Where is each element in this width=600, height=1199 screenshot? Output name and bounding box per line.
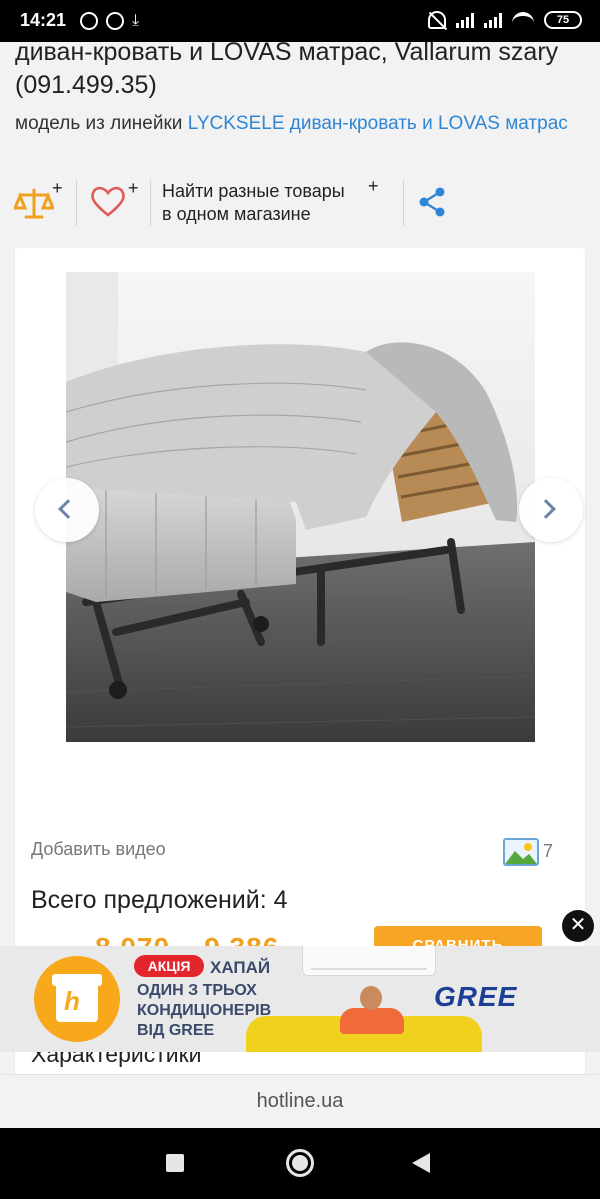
ad-promo-badge: АКЦІЯ [134,955,204,977]
heart-icon [91,186,125,217]
ad-banner[interactable]: h АКЦІЯ ХАПАЙ ОДИН З ТРЬОХ КОНДИЦІОНЕРІВ… [0,946,600,1052]
find-shop-line1: Найти разные товары [162,181,345,201]
model-series-link[interactable]: LYCKSELE диван-кровать и LOVAS матрас [188,113,568,134]
chat-icon [80,12,98,30]
h-letter-icon: h [64,986,80,1016]
add-video-link[interactable]: Добавить видео [31,839,166,860]
photo-count: 7 [543,841,554,861]
hotline-gift-logo: h [34,956,120,1042]
recents-icon[interactable] [166,1154,184,1172]
offers-count: Всего предложений: 4 [31,886,288,914]
notification-icons: ⤓ [80,12,139,30]
signal-icon-2 [484,12,502,28]
sofa-bed-image [66,272,535,742]
favorite-plus: + [128,178,139,198]
find-shop-plus: + [368,176,379,196]
signal-icon [456,12,474,28]
scales-icon [12,188,56,219]
find-in-one-shop-button[interactable]: Найти разные товары в одном магазине + [162,176,392,228]
model-line: модель из линейки LYCKSELE диван-кровать… [15,111,585,137]
muted-bell-icon [428,11,446,29]
battery-icon: 75 [544,11,582,29]
man-head [360,986,382,1010]
wifi-icon [512,12,534,28]
product-photo[interactable] [66,272,535,742]
share-button[interactable] [418,187,446,217]
footer: hotline.ua [0,1074,600,1128]
chevron-right-icon [536,499,556,519]
footer-brand[interactable]: hotline.ua [0,1090,600,1113]
gree-logo: GREE [434,981,518,1012]
divider [403,180,404,226]
find-shop-line2: в одном магазине [162,204,311,224]
viber-icon [106,12,124,30]
image-icon [503,838,539,866]
prev-photo-button[interactable] [35,478,99,542]
air-conditioner-image [302,946,436,976]
status-time: 14:21 [20,10,67,30]
model-prefix: модель из линейки [15,113,188,134]
back-icon[interactable] [412,1153,430,1173]
compare-plus: + [52,178,63,198]
add-to-favorites-button[interactable]: + [90,178,140,224]
add-to-compare-button[interactable]: + [12,178,64,224]
action-bar: + + Найти разные товары в одном магазине… [0,176,600,232]
man-shirt [340,1008,404,1034]
divider [76,180,77,226]
chevron-left-icon [58,499,78,519]
share-icon [419,187,445,217]
page-title: диван-кровать и LOVAS матрас, Vallarum s… [15,42,559,99]
man-image [340,986,404,1034]
system-nav-bar [0,1128,600,1199]
status-bar: 14:21 ⤓ 75 [0,0,600,42]
next-photo-button[interactable] [519,478,583,542]
system-icons: 75 [428,11,582,29]
home-icon[interactable] [286,1149,314,1177]
ad-close-button[interactable]: ✕ [562,910,594,942]
download-icon: ⤓ [132,12,140,29]
divider [150,180,151,226]
gallery-button[interactable]: 7 [503,838,563,868]
ad-headline: ХАПАЙ [210,958,271,977]
